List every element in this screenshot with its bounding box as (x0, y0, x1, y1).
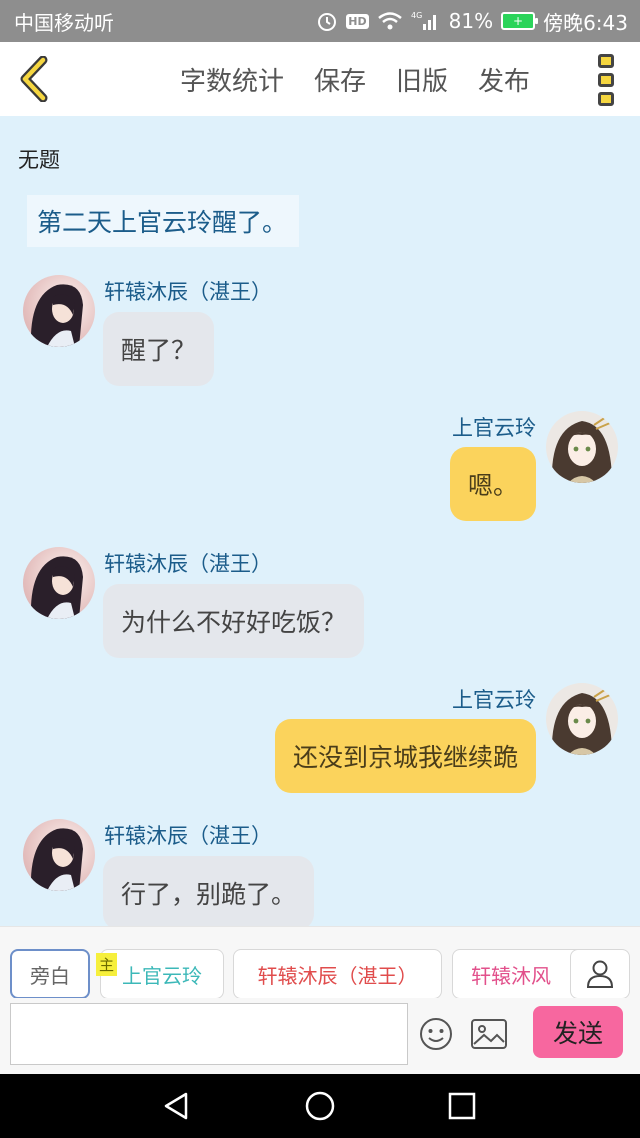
character-chip[interactable]: 轩辕沐辰（湛王） (233, 949, 442, 998)
manage-characters-button[interactable] (570, 949, 630, 998)
battery-icon: + (501, 12, 539, 30)
message-bubble[interactable]: 还没到京城我继续跪 (274, 719, 536, 793)
toolbar-actions: 字数统计 保存 旧版 发布 (180, 42, 530, 116)
more-menu-button[interactable] (598, 54, 618, 106)
old-version-button[interactable]: 旧版 (396, 61, 448, 98)
svg-text:4G: 4G (411, 11, 422, 20)
emoji-button[interactable] (418, 1016, 454, 1052)
wifi-icon (377, 11, 403, 31)
system-nav-bar (0, 1074, 640, 1138)
avatar-female[interactable] (546, 411, 618, 483)
composer: 发送 (0, 998, 640, 1074)
send-button[interactable]: 发送 (533, 1006, 623, 1058)
person-icon (586, 960, 614, 988)
editor-toolbar: 字数统计 保存 旧版 发布 (0, 42, 640, 116)
speaker-name: 轩辕沐辰（湛王） (104, 280, 272, 304)
signal-icon: 4G (411, 10, 441, 32)
narration-line[interactable]: 第二天上官云玲醒了。 (27, 195, 300, 247)
back-button[interactable] (14, 56, 54, 102)
speaker-name: 上官云玲 (452, 416, 536, 440)
status-icons: HD 4G 81% + 傍晚6:43 (316, 7, 628, 36)
avatar-male[interactable] (23, 547, 95, 619)
character-chip[interactable]: 上官云玲 (100, 949, 224, 998)
message-bubble[interactable]: 嗯。 (449, 447, 536, 521)
clock: 傍晚6:43 (543, 10, 628, 35)
save-button[interactable]: 保存 (314, 61, 366, 98)
more-dot-icon (598, 54, 614, 68)
hd-icon: HD (346, 13, 369, 29)
speaker-name: 轩辕沐辰（湛王） (104, 552, 272, 576)
speaker-name: 上官云玲 (452, 688, 536, 712)
character-selector: 旁白 上官云玲 主 轩辕沐辰（湛王） 轩辕沐风 (0, 926, 640, 998)
message-bubble[interactable]: 醒了？ (103, 312, 215, 386)
battery-percent: 81% (448, 9, 494, 33)
message-bubble[interactable]: 为什么不好好吃饭？ (103, 584, 365, 658)
narrator-chip[interactable]: 旁白 (10, 949, 90, 998)
story-title[interactable]: 无题 (18, 144, 60, 174)
publish-button[interactable]: 发布 (478, 61, 530, 98)
speaker-name: 轩辕沐辰（湛王） (104, 824, 272, 848)
status-bar: 中国移动听 HD 4G 81% + 傍晚6:43 (0, 0, 640, 42)
home-circle-icon[interactable] (304, 1090, 336, 1122)
avatar-male[interactable] (23, 819, 95, 891)
avatar-male[interactable] (23, 275, 95, 347)
image-icon (471, 1019, 507, 1049)
recents-square-icon[interactable] (446, 1090, 478, 1122)
avatar-female[interactable] (546, 683, 618, 755)
message-bubble[interactable]: 行了，别跪了。 (103, 856, 315, 926)
chat-area[interactable]: 无题 第二天上官云玲醒了。 轩辕沐辰（湛王） 醒了？ 上官云玲 嗯。 轩辕沐辰（… (0, 116, 640, 926)
alarm-icon (316, 10, 338, 32)
more-dot-icon (598, 73, 614, 87)
back-triangle-icon[interactable] (160, 1090, 192, 1122)
insert-image-button[interactable] (470, 1018, 508, 1050)
chevron-left-icon (20, 56, 48, 102)
main-character-badge: 主 (96, 953, 118, 976)
word-count-button[interactable]: 字数统计 (180, 61, 284, 98)
carrier-label: 中国移动听 (14, 10, 114, 35)
more-dot-icon (598, 92, 614, 106)
message-input[interactable] (10, 1003, 408, 1065)
smiley-icon (420, 1018, 452, 1050)
